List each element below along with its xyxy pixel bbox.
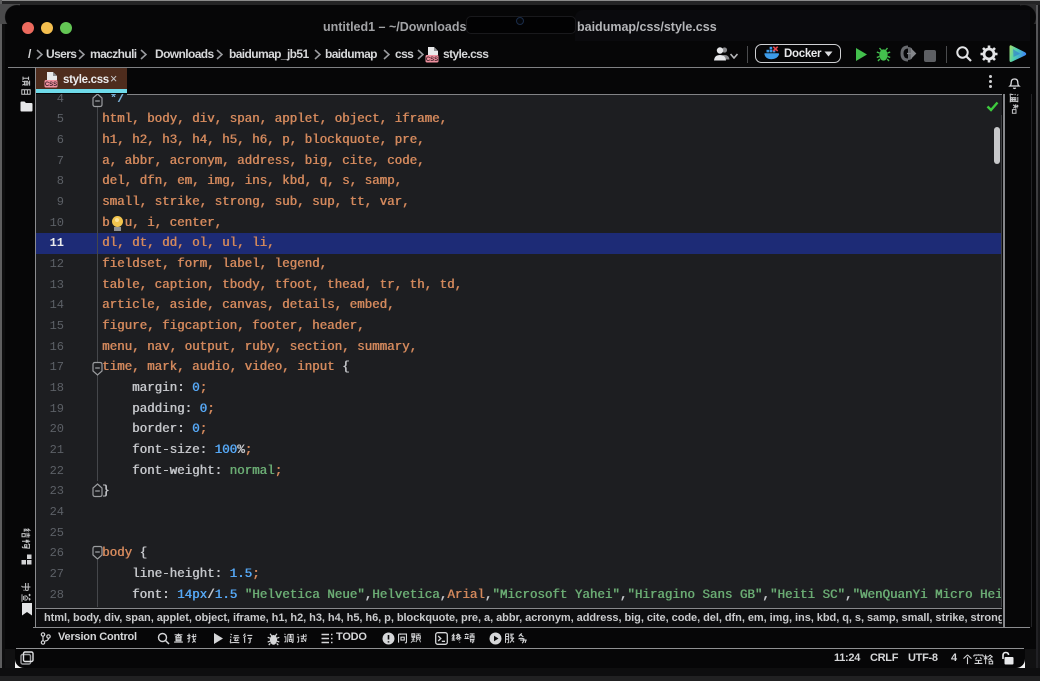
svg-text:CSS: CSS	[45, 82, 57, 88]
svg-text:CSS: CSS	[426, 57, 438, 63]
